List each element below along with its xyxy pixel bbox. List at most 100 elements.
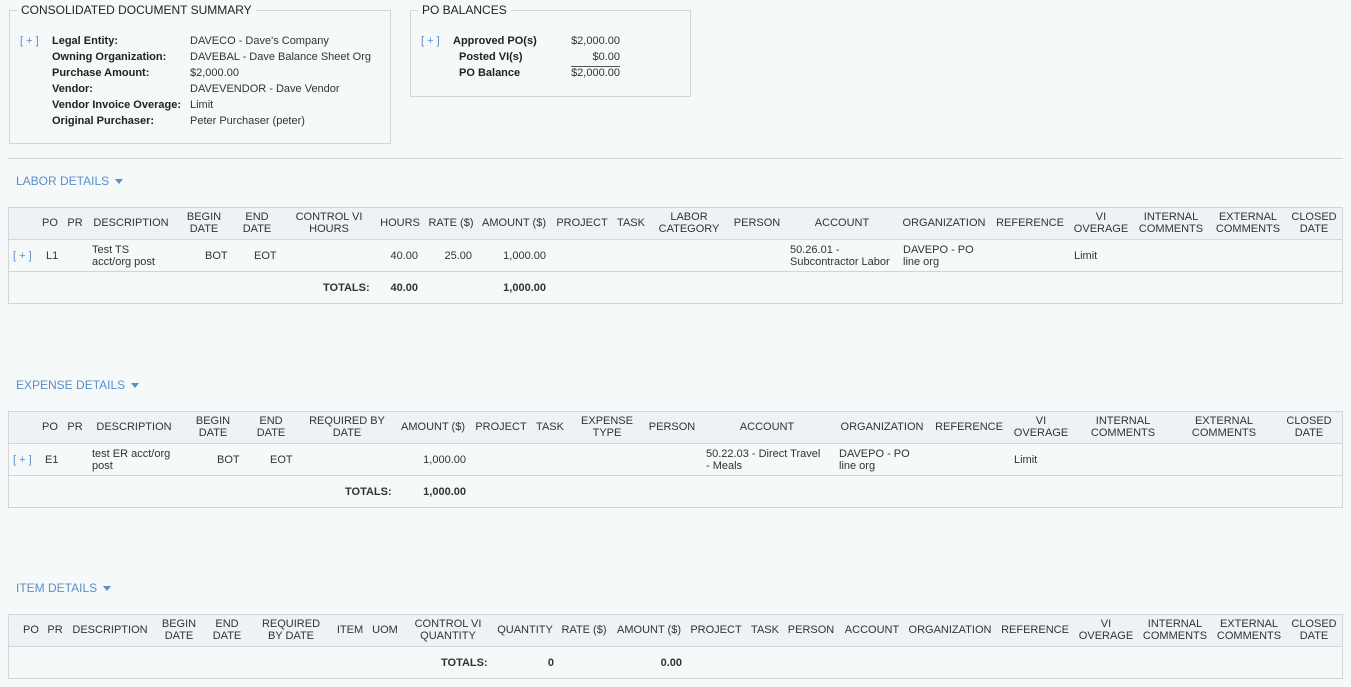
column-header: PERSON (733, 217, 781, 229)
column-header: ORGANIZATION (840, 421, 924, 433)
summary-value: Limit (190, 99, 214, 111)
expense-details-toggle[interactable]: EXPENSE DETAILS (16, 378, 140, 392)
column-header: END DATE (212, 618, 242, 642)
column-header: QUANTITY (497, 624, 553, 636)
totals-amount: 0.00 (660, 657, 682, 669)
item-details-label: ITEM DETAILS (16, 581, 98, 595)
summary-value: DAVEBAL - Dave Balance Sheet Org (190, 51, 371, 63)
column-header: DESCRIPTION (93, 217, 169, 229)
column-header: EXTERNAL COMMENTS (1216, 618, 1282, 642)
column-header: PR (67, 421, 83, 433)
column-header: VI OVERAGE (1073, 211, 1129, 235)
column-header: CONTROL VI HOURS (295, 211, 363, 235)
cell-account: 50.26.01 - Subcontractor Labor (790, 244, 890, 268)
approved-po-value: $2,000.00 (571, 35, 620, 47)
cell-amount: 1,000.00 (423, 454, 466, 466)
cell-begin-date: BOT (205, 250, 228, 262)
summary-value: DAVECO - Dave's Company (190, 35, 329, 47)
expense-details-label: EXPENSE DETAILS (16, 378, 126, 392)
column-header: VI OVERAGE (1078, 618, 1134, 642)
cell-vi-overage: Limit (1074, 250, 1098, 262)
table-row: [ + ] L1 Test TS acct/org post BOT EOT 4… (9, 240, 1342, 272)
summary-label: Original Purchaser: (52, 115, 155, 127)
column-header: CLOSED DATE (1291, 618, 1337, 642)
summary-title: CONSOLIDATED DOCUMENT SUMMARY (17, 3, 256, 17)
caret-down-icon (103, 586, 112, 592)
totals-amount: 1,000.00 (423, 486, 466, 498)
column-header: ORGANIZATION (902, 217, 986, 229)
column-header: DESCRIPTION (96, 421, 172, 433)
column-header: BEGIN DATE (186, 211, 222, 235)
cell-amount: 1,000.00 (503, 250, 546, 262)
labor-details-table: PO PR DESCRIPTION BEGIN DATE END DATE CONTROL… (8, 207, 1343, 304)
summary-label: Legal Entity: (52, 35, 119, 47)
cell-hours: 40.00 (390, 250, 418, 262)
totals-amount: 1,000.00 (503, 282, 546, 294)
posted-vi-label: Posted VI(s) (459, 51, 523, 63)
column-header: PERSON (648, 421, 696, 433)
cell-po: L1 (46, 250, 59, 262)
po-balance-label: PO Balance (459, 67, 521, 79)
column-header: CLOSED DATE (1291, 211, 1337, 235)
summary-label: Vendor: (52, 83, 93, 95)
column-header: EXTERNAL COMMENTS (1191, 415, 1257, 439)
row-expand-toggle[interactable]: [ + ] (13, 454, 32, 466)
cell-account: 50.22.03 - Direct Travel - Meals (706, 448, 821, 472)
column-header: VI OVERAGE (1013, 415, 1069, 439)
approved-po-label: Approved PO(s) (453, 35, 537, 47)
summary-value: Peter Purchaser (peter) (190, 115, 305, 127)
po-balance-value: $2,000.00 (571, 66, 620, 79)
cell-end-date: EOT (254, 250, 277, 262)
totals-row: TOTALS: 1,000.00 (9, 476, 1342, 508)
column-header: REFERENCE (935, 421, 1003, 433)
column-header: ACCOUNT (814, 217, 870, 229)
cell-organization: DAVEPO - PO line org (903, 244, 974, 268)
column-header: RATE ($) (561, 624, 607, 636)
expense-details-table: PO PR DESCRIPTION BEGIN DATE END DATE REQUIRE… (8, 411, 1343, 508)
labor-details-label: LABOR DETAILS (16, 174, 110, 188)
item-details-table: PO PR DESCRIPTION BEGIN DATE END DATE REQUIRE… (8, 614, 1343, 679)
column-header: TASK (536, 421, 564, 433)
column-header: BEGIN DATE (161, 618, 197, 642)
summary-value: $2,000.00 (190, 67, 239, 79)
column-header: HOURS (380, 217, 420, 229)
column-header: AMOUNT ($) (482, 217, 546, 229)
column-header: REFERENCE (1001, 624, 1069, 636)
column-header: TASK (751, 624, 779, 636)
cell-rate: 25.00 (444, 250, 472, 262)
column-header: INTERNAL COMMENTS (1138, 211, 1204, 235)
totals-label: TOTALS: (345, 486, 392, 498)
column-header: PO (42, 421, 58, 433)
summary-expand-toggle[interactable]: [ + ] (20, 35, 39, 47)
cell-description: Test TS acct/org post (92, 244, 155, 268)
column-header: PR (47, 624, 63, 636)
totals-quantity: 0 (547, 657, 554, 669)
column-header: ORGANIZATION (908, 624, 992, 636)
column-header: TASK (617, 217, 645, 229)
column-header: ITEM (336, 624, 364, 636)
column-header: EXTERNAL COMMENTS (1215, 211, 1281, 235)
cell-description: test ER acct/org post (92, 448, 171, 472)
column-header: AMOUNT ($) (617, 624, 681, 636)
column-header: ACCOUNT (739, 421, 795, 433)
totals-hours: 40.00 (390, 282, 418, 294)
caret-down-icon (131, 383, 140, 389)
po-balances-expand-toggle[interactable]: [ + ] (421, 35, 440, 47)
labor-header-row: PO PR DESCRIPTION BEGIN DATE END DATE CONTROL… (9, 208, 1342, 240)
po-balances-title: PO BALANCES (418, 3, 511, 17)
cell-end-date: EOT (270, 454, 293, 466)
labor-details-toggle[interactable]: LABOR DETAILS (16, 174, 124, 188)
totals-label: TOTALS: (441, 657, 488, 669)
po-balances-panel: PO BALANCES [ + ] Approved PO(s) $2,000.… (410, 3, 691, 97)
column-header: BEGIN DATE (195, 415, 231, 439)
item-details-toggle[interactable]: ITEM DETAILS (16, 581, 112, 595)
column-header: PO (42, 217, 58, 229)
column-header: END DATE (242, 211, 272, 235)
totals-label: TOTALS: (323, 282, 370, 294)
cell-vi-overage: Limit (1014, 454, 1038, 466)
row-expand-toggle[interactable]: [ + ] (13, 250, 32, 262)
summary-label: Vendor Invoice Overage: (52, 99, 181, 111)
column-header: PO (23, 624, 39, 636)
column-header: AMOUNT ($) (401, 421, 465, 433)
caret-down-icon (115, 179, 124, 185)
